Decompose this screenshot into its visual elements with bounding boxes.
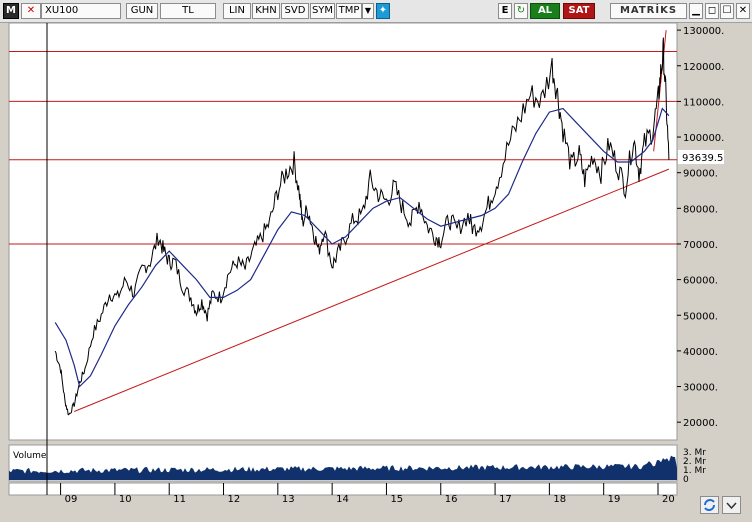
close-icon[interactable]: ✕ <box>736 3 750 19</box>
y-tick-label: 110000. <box>683 97 724 108</box>
y-tick-label: 20000. <box>683 418 718 429</box>
restore-icon[interactable]: ◻ <box>705 3 719 19</box>
x-tick-label: 20 <box>662 494 675 505</box>
currency-button[interactable]: TL <box>160 3 216 19</box>
y-tick-label: 130000. <box>683 26 724 37</box>
matriks-logo: MATRİKS <box>610 3 687 19</box>
x-tick-label: 15 <box>390 494 403 505</box>
x-tick-label: 10 <box>119 494 132 505</box>
y-tick-label: 100000. <box>683 133 724 144</box>
volume-label: Volume <box>13 451 47 461</box>
chart-area: 20000. 30000. 40000. 50000. 60000. 70000. 8000… <box>8 22 724 505</box>
refresh-icon[interactable]: ↻ <box>514 3 528 19</box>
khn-button[interactable]: KHN <box>252 3 280 19</box>
x-tick-label: 09 <box>65 494 78 505</box>
scale-button[interactable]: LIN <box>223 3 251 19</box>
chevron-down-icon[interactable]: ▼ <box>362 3 374 19</box>
e-button[interactable]: E <box>498 3 512 19</box>
svd-button[interactable]: SVD <box>281 3 309 19</box>
x-tick-label: 12 <box>228 494 241 505</box>
x-tick-label: 18 <box>553 494 566 505</box>
toolbar: M ✕ XU100 GUN TL LIN KHN SVD SYM TMP ▼ ✦… <box>0 0 752 23</box>
minimize-icon[interactable]: ▁ <box>689 3 703 19</box>
maximize-icon[interactable]: ☐ <box>720 3 734 19</box>
m-button[interactable]: M <box>3 3 19 19</box>
tmp-button[interactable]: TMP <box>336 3 362 19</box>
y-tick-label: 70000. <box>683 240 718 251</box>
period-button[interactable]: GUN <box>126 3 158 19</box>
price-plot-background <box>8 22 678 441</box>
buy-button[interactable]: AL <box>530 3 560 19</box>
sym-button[interactable]: SYM <box>310 3 335 19</box>
twitter-icon[interactable]: ✦ <box>376 3 390 19</box>
y-tick-label: 40000. <box>683 347 718 358</box>
y-tick-label: 50000. <box>683 311 718 322</box>
y-tick-label: 30000. <box>683 383 718 394</box>
x-tick-label: 19 <box>608 494 621 505</box>
volume-axis-label: 0 <box>683 475 689 485</box>
y-tick-label: 120000. <box>683 62 724 73</box>
sync-icon[interactable] <box>700 496 719 514</box>
x-tick-label: 14 <box>336 494 349 505</box>
y-tick-label: 90000. <box>683 169 718 180</box>
symbol-field[interactable]: XU100 <box>41 3 121 19</box>
chevron-down-icon[interactable] <box>722 496 741 514</box>
x-tick-label: 17 <box>499 494 512 505</box>
y-tick-label: 80000. <box>683 204 718 215</box>
x-tick-label: 13 <box>282 494 295 505</box>
x-tick-label: 16 <box>445 494 458 505</box>
x-tick-label: 11 <box>173 494 186 505</box>
last-value-label: 93639.5 <box>682 153 723 164</box>
sell-button[interactable]: SAT <box>563 3 595 19</box>
remove-symbol-icon[interactable]: ✕ <box>21 3 41 19</box>
y-tick-label: 60000. <box>683 276 718 287</box>
